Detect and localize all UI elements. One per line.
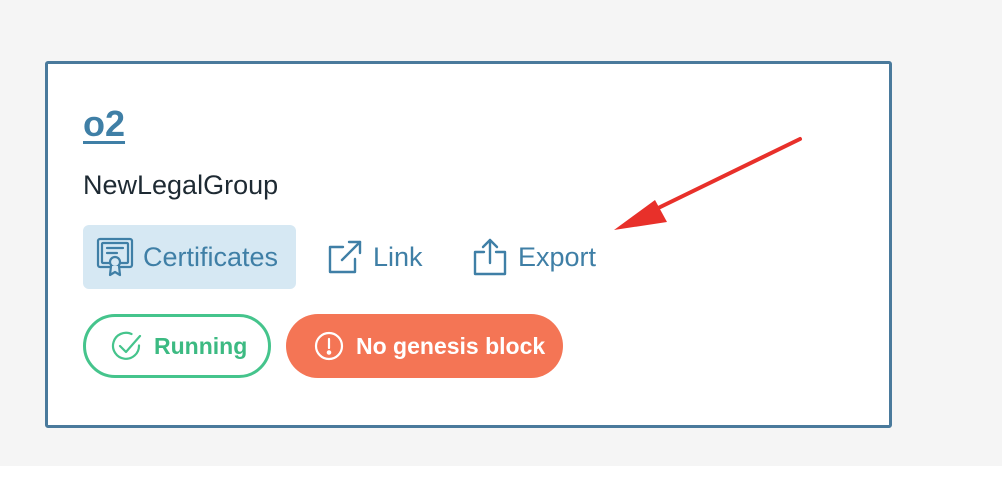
running-label: Running [154, 332, 248, 359]
alert-circle-icon [312, 329, 346, 363]
check-circle-icon [110, 329, 144, 363]
organization-card: o2 NewLegalGroup Certificates Link Expor… [45, 61, 892, 428]
external-link-icon [323, 235, 367, 279]
status-badge-running: Running [83, 314, 271, 378]
no-genesis-label: No genesis block [356, 332, 546, 359]
certificates-label: Certificates [143, 242, 279, 272]
link-label: Link [373, 242, 423, 272]
certificate-icon [93, 235, 137, 279]
link-button[interactable]: Link [323, 225, 423, 289]
export-label: Export [518, 242, 597, 272]
card-title-link[interactable]: o2 [83, 102, 125, 146]
card-subtitle: NewLegalGroup [83, 170, 279, 200]
status-badge-error: No genesis block [286, 314, 563, 378]
certificates-button[interactable]: Certificates [83, 225, 296, 289]
export-icon [468, 235, 512, 279]
export-button[interactable]: Export [468, 225, 596, 289]
